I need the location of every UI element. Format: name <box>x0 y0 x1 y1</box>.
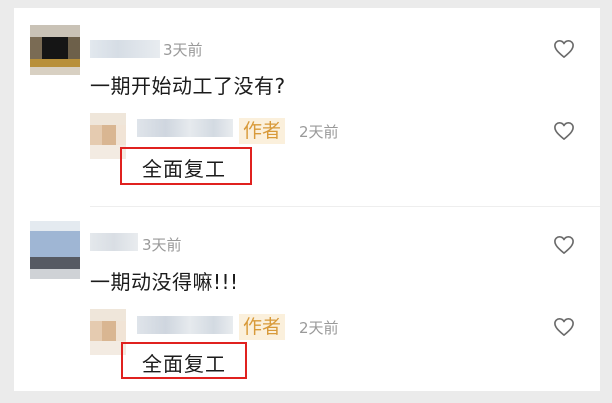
username-blurred[interactable] <box>137 316 233 334</box>
comment-list: 3天前 一期开始动工了没有? 作者 2天前 全面复工 3天前 一期动没得嘛!!! <box>14 8 600 391</box>
comment-time: 3天前 <box>142 236 182 254</box>
heart-outline-icon[interactable] <box>553 39 575 59</box>
author-badge: 作者 <box>239 118 286 144</box>
comment-time: 3天前 <box>163 41 203 59</box>
comment-text: 一期开始动工了没有? <box>90 74 286 98</box>
heart-outline-icon[interactable] <box>553 317 575 337</box>
reply-time: 2天前 <box>299 319 339 337</box>
heart-outline-icon[interactable] <box>553 121 575 141</box>
username-blurred[interactable] <box>137 119 233 137</box>
reply-text: 全面复工 <box>142 157 226 181</box>
avatar[interactable] <box>30 25 80 75</box>
comment-text: 一期动没得嘛!!! <box>90 270 239 294</box>
avatar[interactable] <box>30 221 80 279</box>
username-blurred[interactable] <box>90 40 160 58</box>
reply-time: 2天前 <box>299 123 339 141</box>
heart-outline-icon[interactable] <box>553 235 575 255</box>
username-blurred[interactable] <box>90 233 138 251</box>
author-badge: 作者 <box>239 314 286 340</box>
reply-text: 全面复工 <box>142 352 226 376</box>
divider <box>90 206 600 207</box>
